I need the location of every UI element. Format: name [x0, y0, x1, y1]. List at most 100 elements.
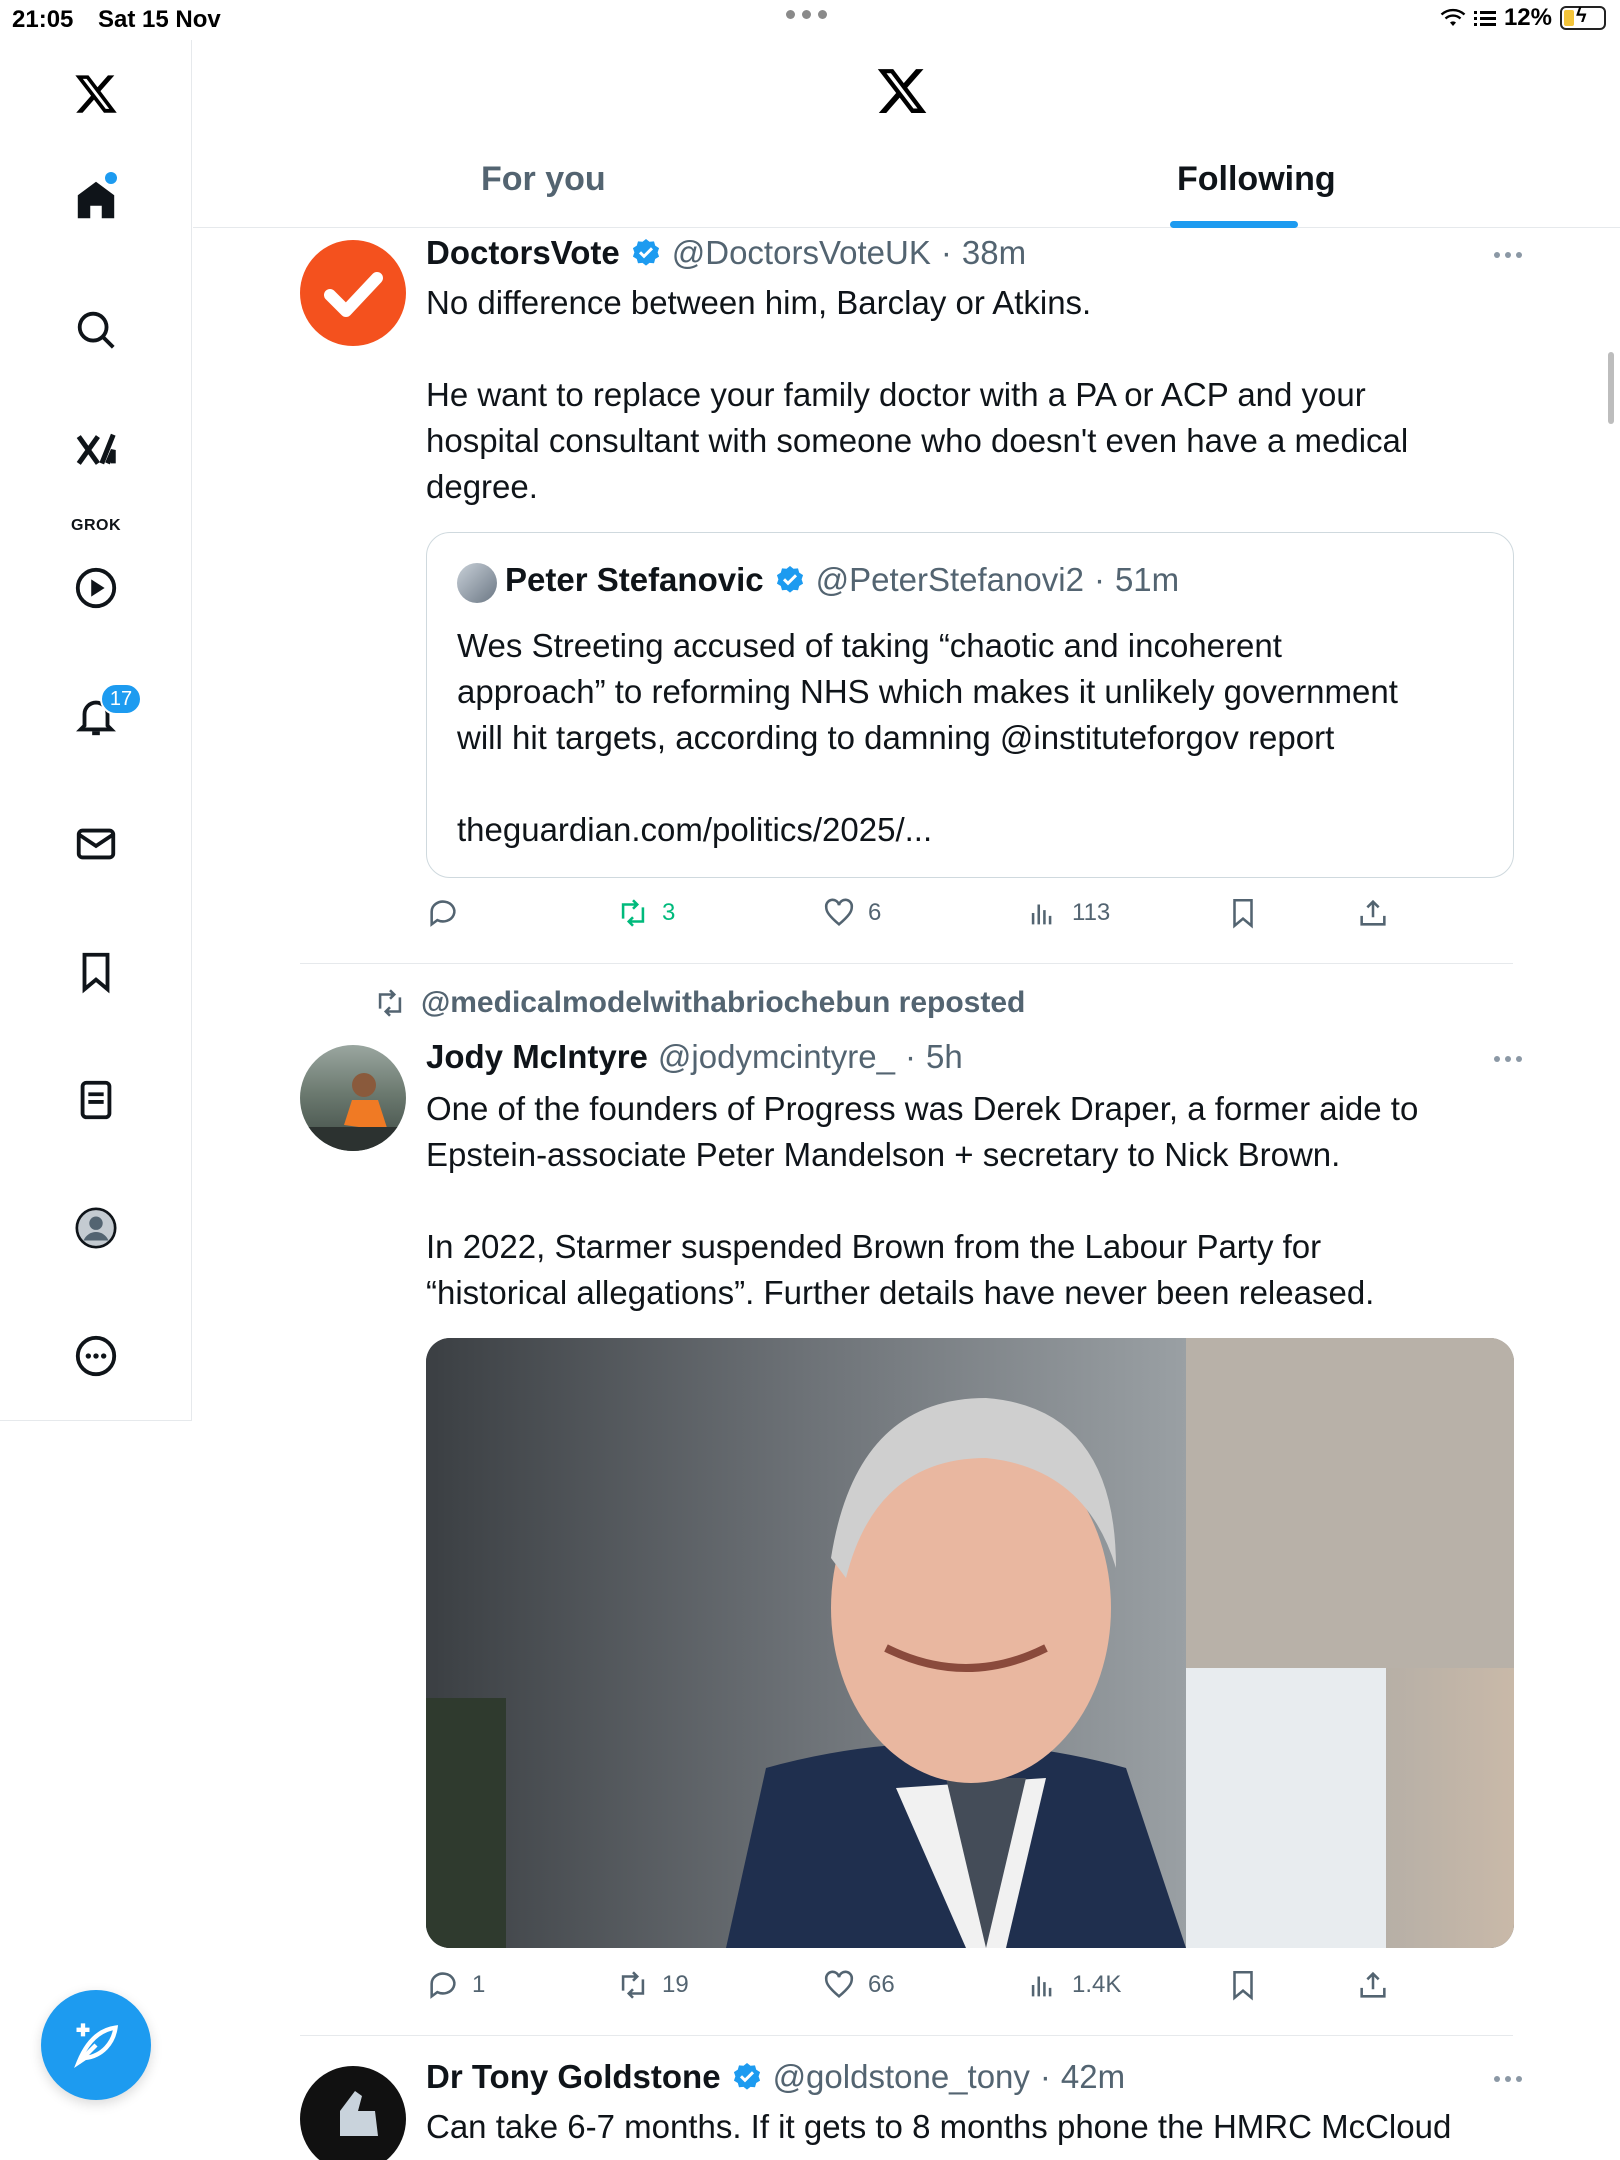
views-button[interactable]: 1.4K: [1026, 1968, 1121, 2002]
quote-avatar: [457, 563, 497, 603]
quote-link[interactable]: theguardian.com/politics/2025/...: [457, 807, 1477, 853]
avatar[interactable]: [300, 240, 406, 346]
like-button[interactable]: 6: [822, 896, 881, 930]
view-count: 113: [1072, 899, 1111, 926]
author-name[interactable]: DoctorsVote: [426, 234, 620, 272]
tweet-text-line: In 2022, Starmer suspended Brown from th…: [426, 1228, 1322, 1265]
like-count: 66: [868, 1971, 895, 1998]
verified-badge-icon: [733, 2063, 760, 2090]
repost-icon: [378, 989, 402, 1017]
verified-badge-icon: [632, 239, 659, 266]
view-count: 1.4K: [1072, 1971, 1122, 1998]
quote-author-name: Peter Stefanovic: [505, 561, 764, 598]
views-chart-icon: [1031, 1976, 1052, 1997]
scrollbar[interactable]: [1608, 352, 1614, 424]
repost-button[interactable]: 19: [616, 1968, 689, 2002]
more-options-icon[interactable]: [1494, 1056, 1522, 1062]
photo-man-in-coat: [426, 1338, 1514, 1948]
author-handle[interactable]: @DoctorsVoteUK: [672, 234, 931, 272]
separator-dot: ·: [904, 1038, 916, 1075]
quote-text: Wes Streeting accused of taking “chaotic…: [457, 623, 1477, 853]
tab-for-you[interactable]: For you: [481, 160, 606, 199]
notification-badge: 17: [100, 683, 142, 715]
reply-count: 1: [472, 1971, 486, 1998]
grok-icon[interactable]: [66, 420, 126, 480]
share-button[interactable]: [1356, 896, 1390, 930]
timestamp[interactable]: 5h: [926, 1038, 963, 1076]
tweet-text-line: “historical allegations”. Further detail…: [426, 1274, 1375, 1311]
grok-label: GROK: [71, 517, 121, 534]
home-unread-dot: [105, 172, 117, 184]
tweet-divider: [300, 963, 1513, 964]
reply-button[interactable]: [426, 896, 472, 930]
tab-following[interactable]: Following: [1177, 160, 1336, 199]
tweet-text-line: [426, 326, 1526, 372]
battery-percent: 12%: [1503, 4, 1552, 31]
tweet-text-line: No difference between him, Barclay or At…: [426, 284, 1092, 321]
compose-post-button[interactable]: [41, 1990, 151, 2100]
more-options-icon[interactable]: [1494, 252, 1522, 258]
bookmark-button[interactable]: [1226, 1968, 1260, 2002]
home-icon[interactable]: [66, 170, 126, 230]
repost-icon: [621, 899, 645, 927]
list-icon[interactable]: [66, 1070, 126, 1130]
repost-icon: [621, 1971, 645, 1999]
compose-feather-icon: [74, 2023, 119, 2069]
share-icon: [1360, 899, 1386, 926]
timestamp[interactable]: 42m: [1061, 2058, 1125, 2096]
status-time: 21:05: [12, 6, 74, 33]
tweet-text-line: He want to replace your family doctor wi…: [426, 376, 1366, 413]
play-icon[interactable]: [66, 558, 126, 618]
reply-button[interactable]: 1: [426, 1968, 485, 2002]
reply-icon: [430, 1972, 456, 1999]
repost-by-label: @medicalmodelwithabriochebun reposted: [421, 986, 1026, 1019]
multitasking-dots-icon[interactable]: [786, 10, 827, 19]
sidebar: GROK: [0, 40, 192, 1420]
separator-dot: ·: [1093, 561, 1105, 598]
tweet-photo[interactable]: [426, 1338, 1514, 1948]
timestamp[interactable]: 38m: [962, 234, 1026, 272]
author-handle[interactable]: @goldstone_tony: [773, 2058, 1030, 2096]
share-icon: [1360, 1971, 1386, 1998]
bookmark-icon[interactable]: [66, 942, 126, 1002]
bookmark-icon: [1233, 1970, 1253, 2001]
views-button[interactable]: 113: [1026, 896, 1110, 930]
avatar[interactable]: [300, 1045, 406, 1151]
quote-tweet[interactable]: Peter Stefanovic @PeterStefanovi2 · 51m …: [426, 532, 1514, 878]
x-logo-icon[interactable]: [66, 64, 126, 124]
author-handle[interactable]: @jodymcintyre_: [658, 1038, 895, 1076]
more-options-icon[interactable]: [1494, 2076, 1522, 2082]
repost-button[interactable]: 3: [616, 896, 675, 930]
quote-text-line: [457, 761, 1477, 807]
mail-icon[interactable]: [66, 814, 126, 874]
like-button[interactable]: 66: [822, 1968, 895, 2002]
search-icon[interactable]: [66, 300, 126, 360]
share-button[interactable]: [1356, 1968, 1390, 2002]
author-name[interactable]: Dr Tony Goldstone: [426, 2058, 721, 2096]
repost-count: 3: [662, 899, 676, 926]
tweet-text-line: Can take 6-7 months. If it gets to 8 mon…: [426, 2108, 1452, 2145]
profile-icon[interactable]: [66, 1198, 126, 1258]
active-tab-indicator: [1170, 221, 1298, 228]
tweet-text-line: degree.: [426, 468, 538, 505]
status-date: Sat 15 Nov: [98, 6, 221, 33]
repost-count: 19: [662, 1971, 689, 1998]
bookmark-button[interactable]: [1226, 896, 1260, 930]
verified-badge-icon: [776, 566, 803, 593]
heart-icon: [824, 1970, 854, 1999]
author-name[interactable]: Jody McIntyre: [426, 1038, 648, 1076]
tweet-text: No difference between him, Barclay or At…: [426, 280, 1526, 510]
heart-icon: [824, 898, 854, 927]
tweet-actions: 1 19 66 1.4K: [426, 1968, 1526, 2008]
tweet-text-line: hospital consultant with someone who doe…: [426, 422, 1409, 459]
more-circle-icon[interactable]: [66, 1326, 126, 1386]
reply-icon: [430, 900, 456, 927]
sidebar-divider: [0, 1420, 192, 1421]
avatar[interactable]: [300, 2066, 406, 2160]
quote-timestamp: 51m: [1114, 561, 1180, 598]
tweet-text-line: One of the founders of Progress was Dere…: [426, 1090, 1419, 1127]
repost-indicator[interactable]: @medicalmodelwithabriochebun reposted: [373, 986, 1025, 1020]
quote-author-handle: @PeterStefanovi2: [815, 561, 1084, 598]
focus-list-icon: [1473, 11, 1496, 26]
x-header-logo-icon: [875, 64, 929, 123]
